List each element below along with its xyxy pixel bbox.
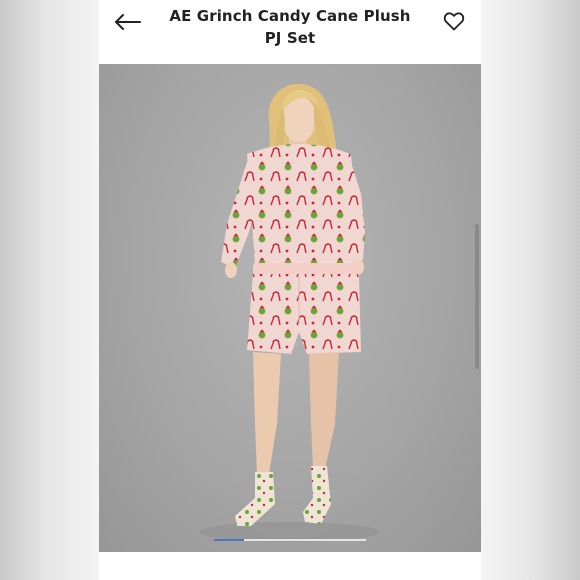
gallery-progress-indicator bbox=[214, 539, 366, 541]
model-in-pajamas-image bbox=[199, 83, 379, 542]
photo-scrollbar[interactable] bbox=[475, 224, 479, 369]
app-screen: AE Grinch Candy Cane Plush PJ Set bbox=[99, 0, 481, 580]
arrow-left-icon bbox=[115, 14, 141, 30]
gallery-progress-fill bbox=[214, 539, 245, 541]
product-photo[interactable] bbox=[99, 64, 481, 552]
heart-icon bbox=[443, 12, 465, 31]
app-header: AE Grinch Candy Cane Plush PJ Set bbox=[99, 0, 481, 64]
favorite-button[interactable] bbox=[442, 9, 466, 33]
back-button[interactable] bbox=[113, 10, 143, 34]
product-title: AE Grinch Candy Cane Plush PJ Set bbox=[169, 7, 411, 47]
footer-area bbox=[99, 552, 481, 580]
